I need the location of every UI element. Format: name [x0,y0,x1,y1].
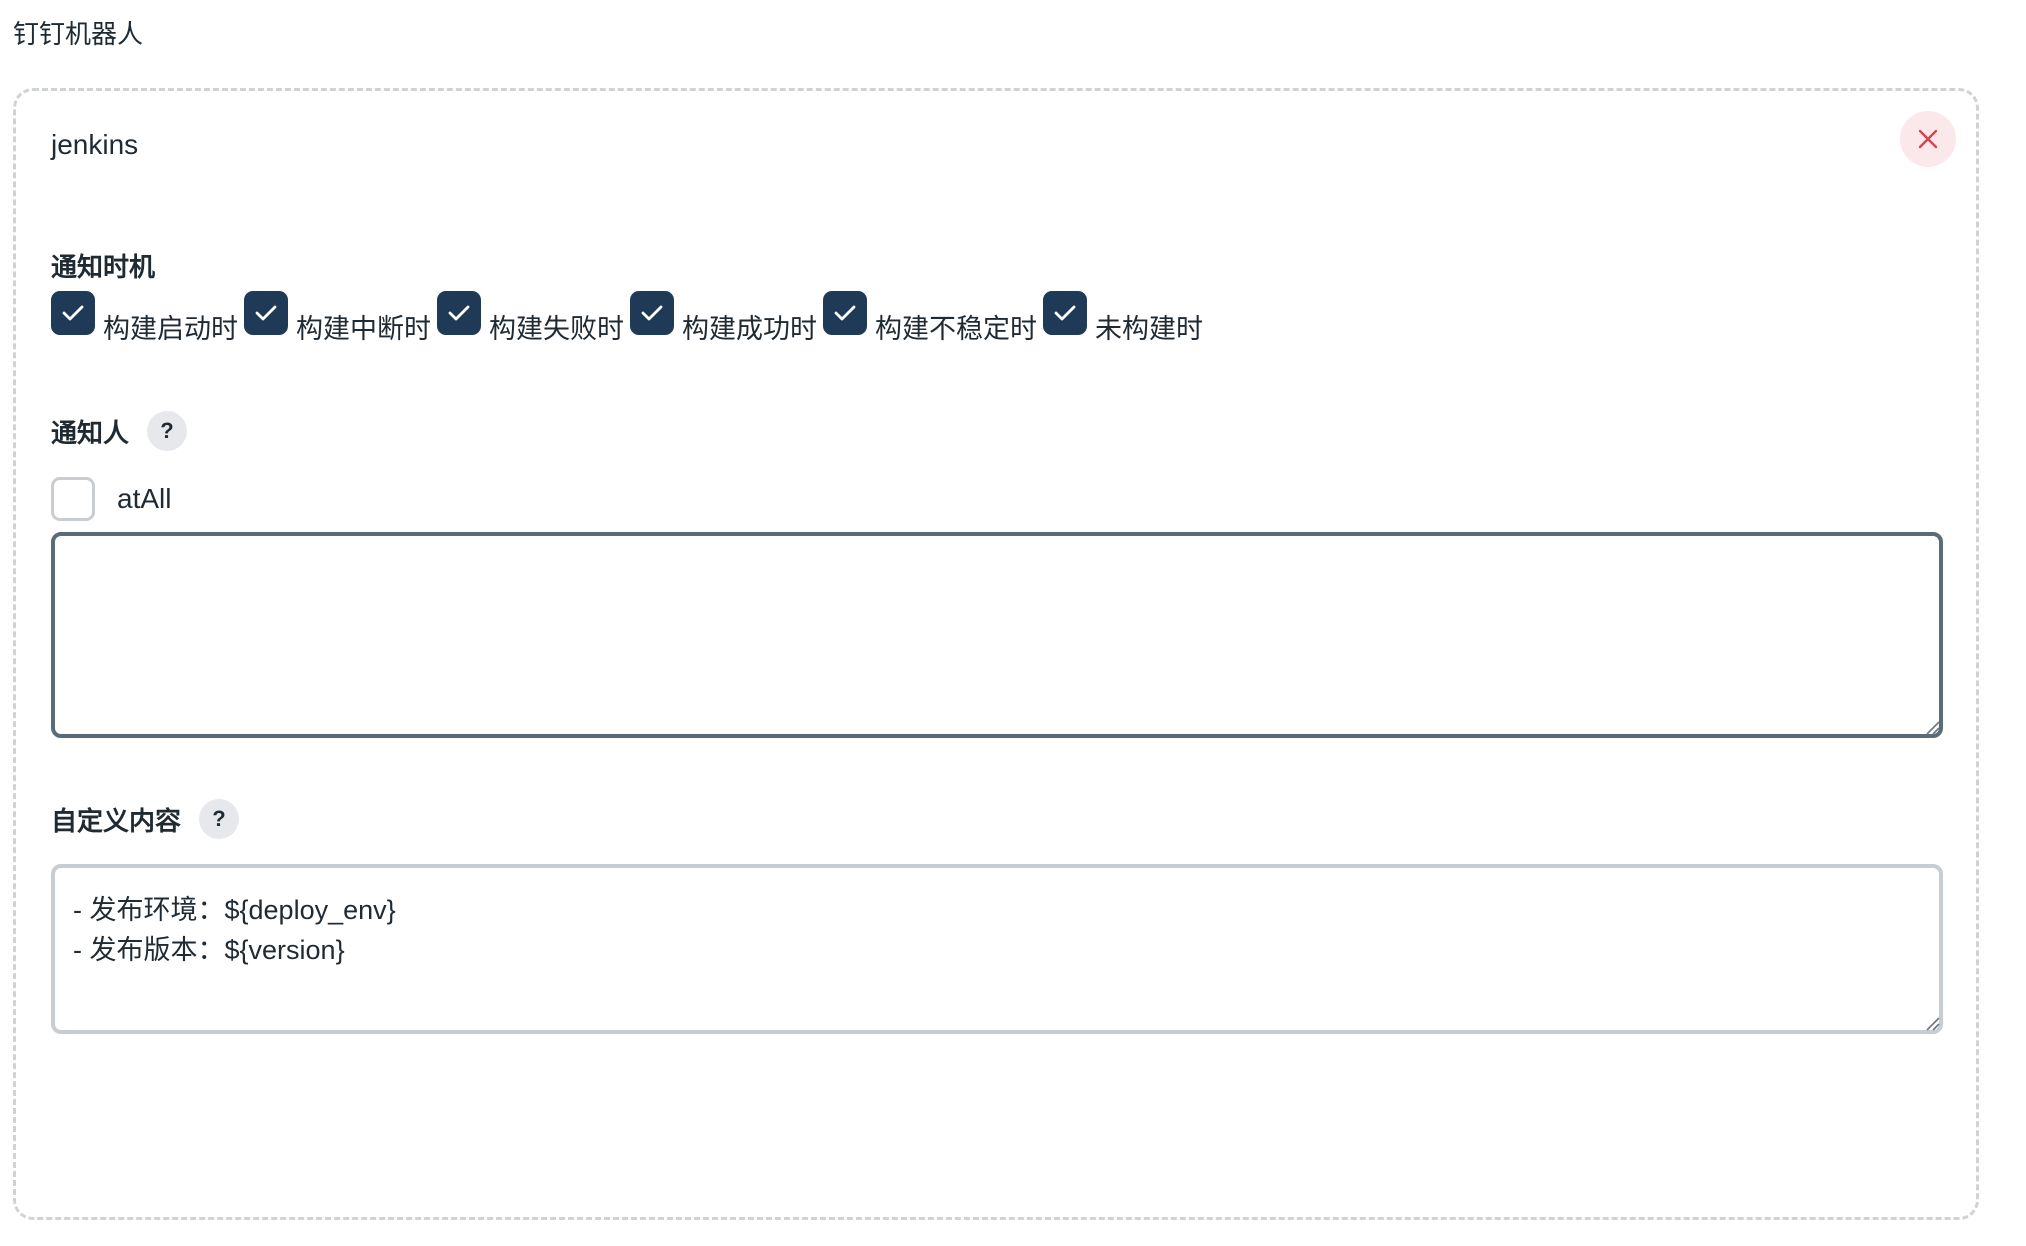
notify-timing-option-label: 构建不稳定时 [875,314,1037,344]
checkmark-icon [448,305,470,321]
notify-timing-checkbox[interactable] [630,291,674,335]
notify-timing-option-label: 未构建时 [1095,314,1203,344]
notify-timing-checkbox[interactable] [51,291,95,335]
notify-timing-options: 构建启动时 构建中断时 构建失败时 构建成功时 构建不稳定时 未构建时 [51,291,1209,346]
delete-robot-button[interactable] [1900,111,1956,167]
robot-name: jenkins [51,129,139,160]
notify-timing-option[interactable]: 构建成功时 [630,291,817,346]
custom-content-label: 自定义内容 ? [51,799,240,839]
notify-timing-checkbox[interactable] [437,291,481,335]
custom-content-label-text: 自定义内容 [51,805,182,836]
notify-people-label: 通知人 ? [51,411,188,451]
notify-timing-checkbox[interactable] [823,291,867,335]
notify-people-label-text: 通知人 [51,417,130,448]
custom-content-input[interactable] [51,864,1943,1034]
notify-people-help-button[interactable]: ? [147,411,188,451]
resize-grip-icon[interactable] [1925,720,1941,736]
notify-timing-label-text: 通知时机 [51,252,156,282]
notify-timing-option[interactable]: 构建不稳定时 [823,291,1037,346]
checkmark-icon [1054,305,1076,321]
notify-timing-option-label: 构建启动时 [103,314,238,344]
notify-timing-option-label: 构建失败时 [489,314,624,344]
checkmark-icon [255,305,277,321]
checkmark-icon [641,305,663,321]
notify-timing-label: 通知时机 [51,247,155,284]
page-title: 钉钉机器人 [13,19,144,49]
close-icon [1918,129,1938,149]
notify-timing-option[interactable]: 未构建时 [1043,291,1203,346]
notify-timing-option[interactable]: 构建启动时 [51,291,238,346]
custom-content-help-button[interactable]: ? [199,799,240,839]
at-all-label: atAll [117,483,172,514]
notify-timing-option[interactable]: 构建中断时 [244,291,431,346]
resize-grip-icon[interactable] [1925,1016,1941,1032]
at-all-option[interactable]: atAll [51,477,171,521]
notify-timing-option-label: 构建成功时 [682,314,817,344]
checkmark-icon [62,305,84,321]
robot-card: jenkins 通知时机 构建启动时 构建中断时 构建失败时 构建成功时 构建不稳定时 未… [13,88,1979,1220]
checkmark-icon [834,305,856,321]
at-all-checkbox[interactable] [51,477,95,521]
notify-timing-checkbox[interactable] [1043,291,1087,335]
notify-timing-checkbox[interactable] [244,291,288,335]
notify-timing-option[interactable]: 构建失败时 [437,291,624,346]
notify-people-input[interactable] [51,532,1943,738]
notify-timing-option-label: 构建中断时 [296,314,431,344]
